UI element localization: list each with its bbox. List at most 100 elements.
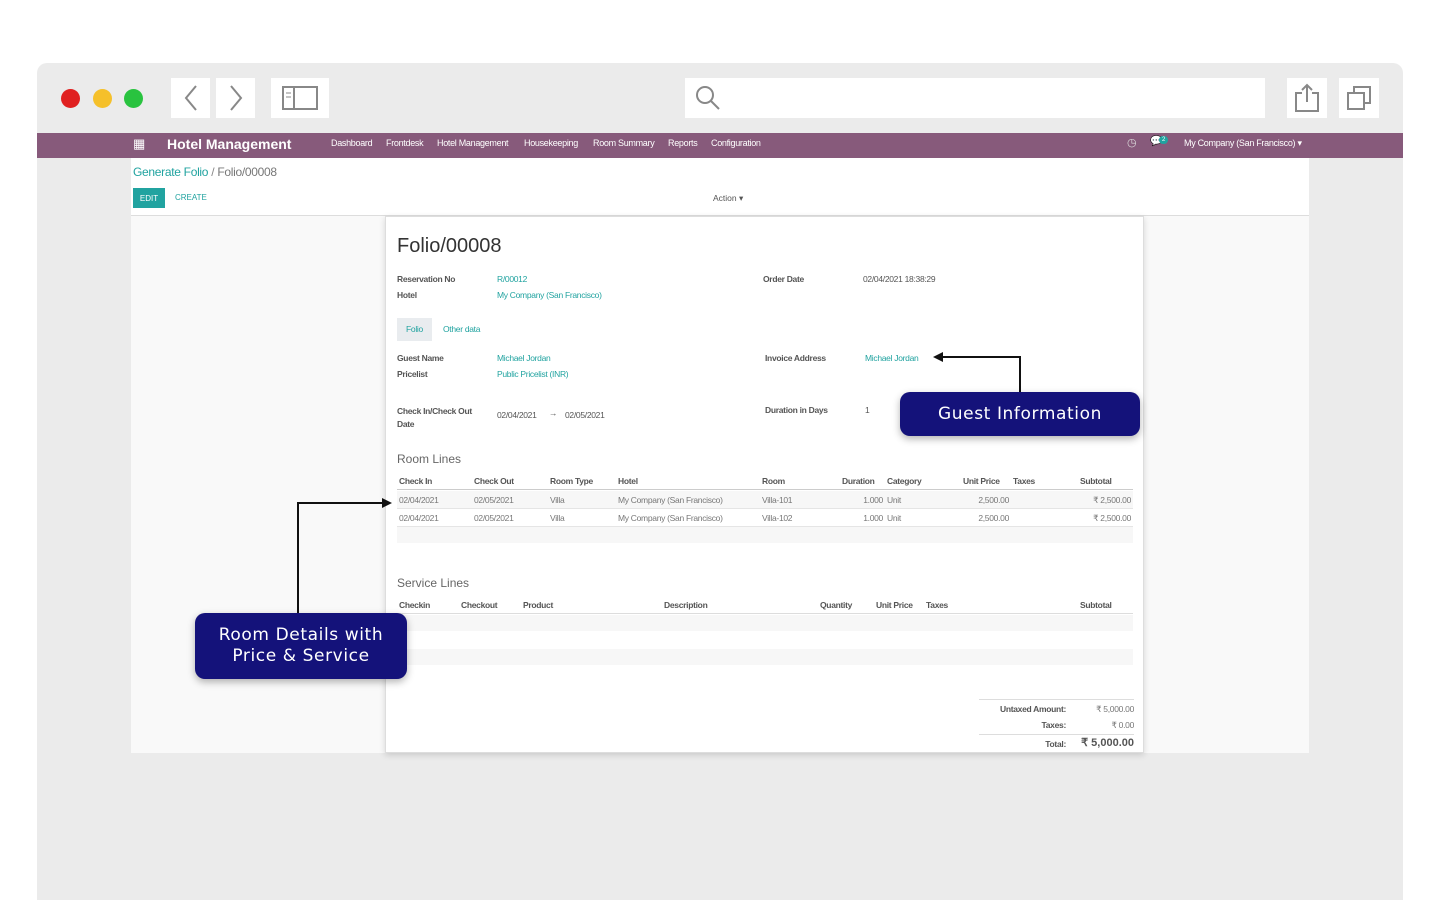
menu-frontdesk[interactable]: Frontdesk (386, 138, 424, 148)
breadcrumb: Generate Folio / Folio/00008 (133, 165, 277, 179)
duplicate-tab-button[interactable] (1339, 78, 1379, 118)
back-button[interactable] (171, 78, 210, 118)
service-empty-row (397, 615, 1133, 631)
close-window-button[interactable] (61, 89, 80, 108)
arrow-right-icon (382, 498, 392, 508)
col-subtotal[interactable]: Subtotal (1080, 476, 1112, 486)
service-lines-title: Service Lines (397, 576, 470, 590)
order-date-label: Order Date (763, 274, 804, 284)
form-sheet: Folio/00008 Reservation No R/00012 Hotel… (385, 216, 1144, 753)
duplicate-icon (1347, 86, 1371, 110)
room-lines-header: Check In Check Out Room Type Hotel Room … (397, 472, 1133, 490)
company-switcher[interactable]: My Company (San Francisco) ▾ (1184, 138, 1302, 149)
col-taxes[interactable]: Taxes (1013, 476, 1035, 486)
reservation-link[interactable]: R/00012 (497, 274, 527, 284)
col-subtotal[interactable]: Subtotal (1080, 600, 1112, 610)
hotel-label: Hotel (397, 290, 417, 300)
table-cell: ₹ 2,500.00 (1093, 495, 1131, 505)
edit-button[interactable]: EDIT (133, 188, 165, 208)
table-cell: 2,500.00 (978, 495, 1009, 505)
breadcrumb-parent[interactable]: Generate Folio (133, 165, 208, 179)
guest-link[interactable]: Michael Jordan (497, 353, 551, 363)
room-lines-empty-row (397, 527, 1133, 543)
message-count-badge: 2 (1159, 136, 1169, 144)
sidebar-icon (282, 86, 318, 110)
activity-clock-icon[interactable]: ◷ (1127, 136, 1137, 149)
tab-folio[interactable]: Folio (397, 318, 432, 341)
table-cell: 1.000 (863, 495, 883, 505)
table-cell: ₹ 2,500.00 (1093, 513, 1131, 523)
menu-room-summary[interactable]: Room Summary (593, 138, 655, 148)
taxes-value: ₹ 0.00 (1111, 720, 1134, 730)
col-category[interactable]: Category (887, 476, 922, 486)
checkin-date: 02/04/2021 (497, 410, 537, 420)
total-value: ₹ 5,000.00 (1081, 737, 1134, 749)
control-panel: Generate Folio / Folio/00008 EDIT CREATE… (131, 158, 1309, 216)
col-check-in[interactable]: Check In (399, 476, 432, 486)
table-cell: 02/05/2021 (474, 495, 514, 505)
table-row[interactable]: 02/04/2021 02/05/2021 Villa My Company (San… (397, 509, 1133, 527)
breadcrumb-current: Folio/00008 (217, 165, 277, 179)
pricelist-link[interactable]: Public Pricelist (INR) (497, 369, 569, 379)
callout-connector (297, 502, 382, 504)
col-description[interactable]: Description (664, 600, 708, 610)
tab-other-data[interactable]: Other data (443, 324, 480, 334)
service-lines-header: Checkin Checkout Product Description Qua… (397, 596, 1133, 614)
table-cell: My Company (San Francisco) (618, 495, 723, 505)
apps-menu-icon[interactable]: ▦ (133, 136, 145, 152)
col-room-type[interactable]: Room Type (550, 476, 593, 486)
minimize-window-button[interactable] (93, 89, 112, 108)
guest-information-callout: Guest Information (900, 392, 1140, 436)
room-lines-title: Room Lines (397, 452, 462, 466)
guest-label: Guest Name (397, 353, 444, 363)
maximize-window-button[interactable] (124, 89, 143, 108)
col-duration[interactable]: Duration (842, 476, 875, 486)
checkinout-label: Check In/Check Out Date (397, 406, 472, 429)
share-button[interactable] (1287, 78, 1327, 118)
table-cell: 02/04/2021 (399, 513, 439, 523)
invoice-address-label: Invoice Address (765, 353, 826, 363)
col-unit-price[interactable]: Unit Price (963, 476, 1000, 486)
menu-dashboard[interactable]: Dashboard (331, 138, 373, 148)
hotel-link[interactable]: My Company (San Francisco) (497, 290, 602, 300)
action-label: Action (713, 193, 737, 203)
arrow-left-icon (933, 352, 943, 362)
col-checkin[interactable]: Checkin (399, 600, 430, 610)
create-button[interactable]: CREATE (175, 193, 207, 202)
menu-reports[interactable]: Reports (668, 138, 698, 148)
menu-configuration[interactable]: Configuration (711, 138, 761, 148)
forward-button[interactable] (216, 78, 255, 118)
folio-title: Folio/00008 (397, 235, 502, 257)
col-room[interactable]: Room (762, 476, 785, 486)
pricelist-label: Pricelist (397, 369, 428, 379)
address-bar[interactable] (685, 78, 1265, 118)
col-product[interactable]: Product (523, 600, 553, 610)
taxes-label: Taxes: (1041, 720, 1066, 730)
col-taxes[interactable]: Taxes (926, 600, 948, 610)
col-unit-price[interactable]: Unit Price (876, 600, 913, 610)
service-empty-row (397, 649, 1133, 665)
table-cell: Unit (887, 495, 901, 505)
col-checkout[interactable]: Checkout (461, 600, 498, 610)
table-cell: 02/05/2021 (474, 513, 514, 523)
action-dropdown[interactable]: Action ▾ (713, 193, 743, 204)
totals-divider (979, 699, 1134, 700)
order-date-value: 02/04/2021 18:38:29 (863, 274, 936, 284)
room-details-callout: Room Details with Price & Service (195, 613, 407, 679)
table-cell: Villa (550, 513, 565, 523)
table-cell: My Company (San Francisco) (618, 513, 723, 523)
col-check-out[interactable]: Check Out (474, 476, 514, 486)
app-title: Hotel Management (167, 136, 292, 152)
table-cell: 02/04/2021 (399, 495, 439, 505)
table-row[interactable]: 02/04/2021 02/05/2021 Villa My Company (San… (397, 491, 1133, 509)
col-quantity[interactable]: Quantity (820, 600, 852, 610)
col-hotel[interactable]: Hotel (618, 476, 638, 486)
invoice-address-link[interactable]: Michael Jordan (865, 353, 919, 363)
sidebar-toggle-button[interactable] (271, 78, 329, 118)
menu-hotel-management[interactable]: Hotel Management (437, 138, 509, 148)
menu-housekeeping[interactable]: Housekeeping (524, 138, 578, 148)
reservation-label: Reservation No (397, 274, 456, 284)
top-navbar: ▦ Hotel Management Dashboard Frontdesk H… (37, 133, 1403, 158)
forward-icon (229, 85, 242, 111)
search-icon (696, 86, 720, 110)
